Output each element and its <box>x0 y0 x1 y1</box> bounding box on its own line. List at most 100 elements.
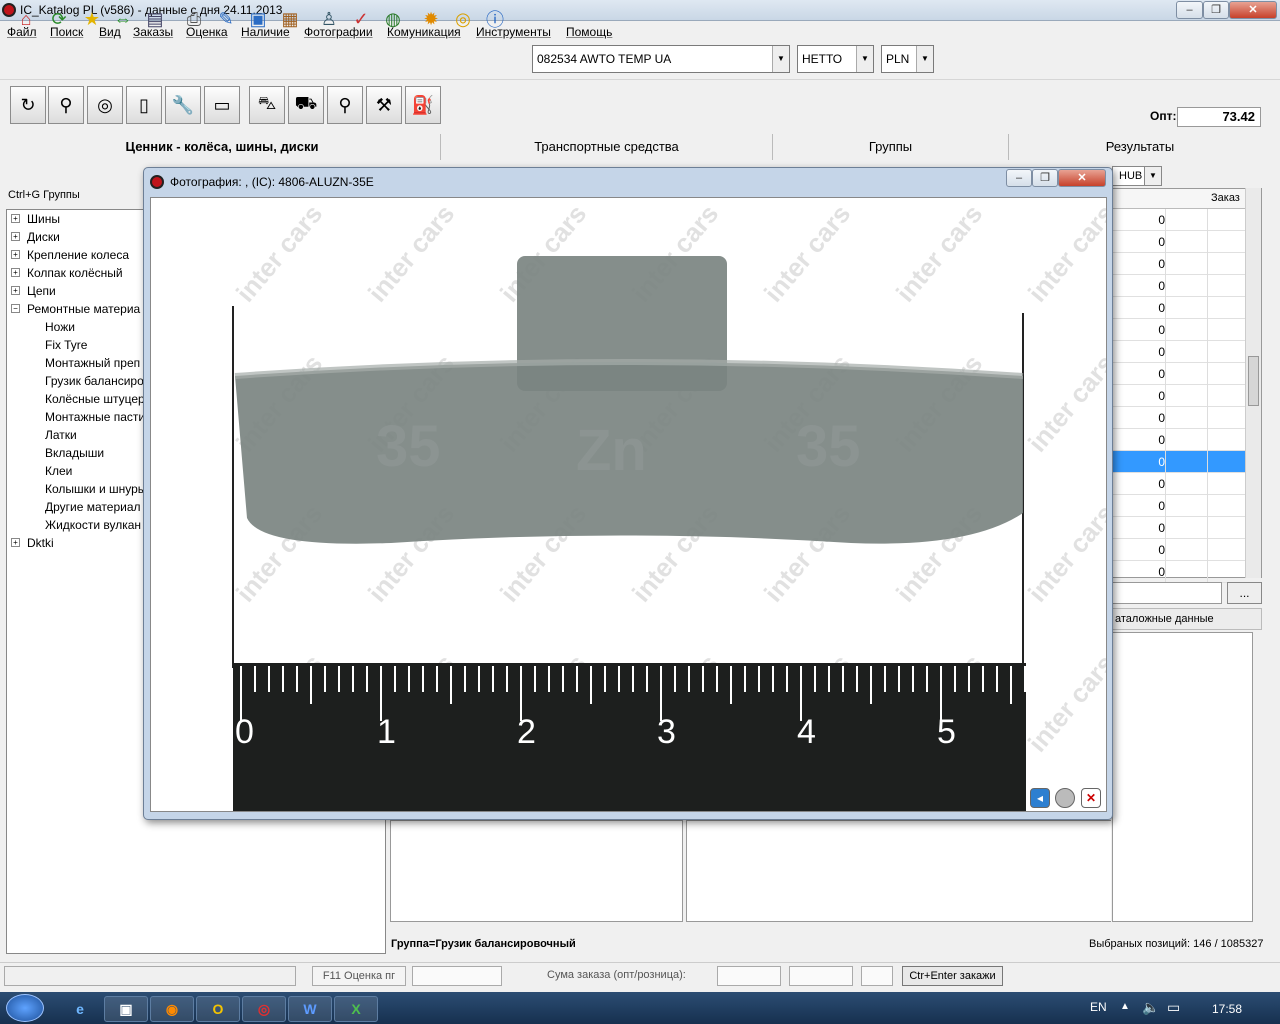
tree-child[interactable]: Вкладыши <box>45 446 104 460</box>
refresh-icon[interactable]: ⟳ <box>45 5 73 33</box>
tree-child[interactable]: Латки <box>45 428 77 442</box>
checklist-icon[interactable]: ✓ <box>347 5 375 33</box>
outlook-icon[interactable]: O <box>196 996 240 1022</box>
tree-child[interactable]: Ножи <box>45 320 75 334</box>
grid-cell[interactable] <box>1165 341 1207 363</box>
search-field[interactable] <box>1112 582 1222 604</box>
document-icon[interactable]: ▤ <box>141 5 169 33</box>
close-button[interactable]: ✕ <box>1229 1 1277 19</box>
gallery-icon[interactable]: ▣ <box>244 5 272 33</box>
word-icon[interactable]: W <box>288 996 332 1022</box>
grid-row[interactable]: 0 <box>1113 495 1246 517</box>
motorbike-button[interactable]: ⚲ <box>48 86 84 124</box>
tree-node-rims[interactable]: Диски <box>27 230 60 244</box>
grid-row[interactable]: 0 <box>1113 275 1246 297</box>
tree-child[interactable]: Грузик балансиро <box>45 374 144 388</box>
currency-select[interactable]: PLN ▼ <box>881 45 934 73</box>
tree-node-repair-materials[interactable]: Ремонтные материа <box>27 302 140 316</box>
ic-katalog-taskbar-icon[interactable]: ◎ <box>242 996 286 1022</box>
net-select[interactable]: НЕТТО ▼ <box>797 45 874 73</box>
grid-cell-order[interactable] <box>1207 341 1246 363</box>
grid-row[interactable]: 0 <box>1113 209 1246 231</box>
browse-button[interactable]: ... <box>1227 582 1262 604</box>
canister-button[interactable]: ▯ <box>126 86 162 124</box>
photo-zoom-button[interactable] <box>1055 788 1075 808</box>
tool-button[interactable]: 🔧 <box>165 86 201 124</box>
photo-maximize-button[interactable]: ❐ <box>1032 169 1058 187</box>
tree-node-chains[interactable]: Цепи <box>27 284 56 298</box>
tyre-refresh-button[interactable]: ↻ <box>10 86 46 124</box>
tree-child[interactable]: Колышки и шнуры <box>45 482 146 496</box>
grid-cell-order[interactable] <box>1207 209 1246 231</box>
grid-row[interactable]: 0 <box>1113 319 1246 341</box>
excel-icon[interactable]: X <box>334 996 378 1022</box>
print-icon[interactable]: ⎙ <box>180 5 208 33</box>
grid-cell[interactable] <box>1165 297 1207 319</box>
grid-cell[interactable] <box>1165 517 1207 539</box>
grid-cell-order[interactable] <box>1207 407 1246 429</box>
estimate-field[interactable] <box>412 966 502 986</box>
grid-cell[interactable] <box>1165 385 1207 407</box>
truck-button[interactable]: ⛟ <box>288 86 324 124</box>
tab-vehicles[interactable]: Транспортные средства <box>441 134 773 160</box>
grid-cell[interactable] <box>1165 539 1207 561</box>
chevron-down-icon[interactable]: ▼ <box>1144 166 1162 186</box>
maximize-button[interactable]: ❐ <box>1203 1 1229 19</box>
coins-icon[interactable]: ◎ <box>449 5 477 33</box>
estimate-button[interactable]: F11 Оценка пг <box>312 966 406 986</box>
grid-row[interactable]: 0 <box>1113 451 1246 473</box>
tree-child[interactable]: Fix Tyre <box>45 338 87 352</box>
expand-icon[interactable]: + <box>11 232 20 241</box>
grid-row[interactable]: 0 <box>1113 473 1246 495</box>
client-select[interactable]: 082534 AWTO TEMP UA ▼ <box>532 45 790 73</box>
tree-child[interactable]: Другие материал <box>45 500 141 514</box>
grid-row[interactable]: 0 <box>1113 407 1246 429</box>
car-button[interactable]: ⛍ <box>249 86 285 124</box>
tab-catalog-data[interactable]: аталожные данные <box>1112 608 1262 630</box>
grid-cell-order[interactable] <box>1207 429 1246 451</box>
grid-cell-order[interactable] <box>1207 517 1246 539</box>
volume-icon[interactable]: 🔈 <box>1142 999 1159 1016</box>
expand-icon[interactable]: + <box>11 286 20 295</box>
grid-cell[interactable] <box>1165 209 1207 231</box>
tyre-button[interactable]: ◎ <box>87 86 123 124</box>
grid-cell[interactable] <box>1165 275 1207 297</box>
grid-cell[interactable] <box>1165 473 1207 495</box>
collapse-icon[interactable]: − <box>11 304 20 313</box>
grid-cell[interactable] <box>1165 429 1207 451</box>
grid-scrollbar[interactable] <box>1245 188 1261 578</box>
tab-groups[interactable]: Группы <box>773 134 1009 160</box>
tree-node-hubcaps[interactable]: Колпак колёсный <box>27 266 123 280</box>
firefox-icon[interactable]: ◉ <box>150 996 194 1022</box>
globe-icon[interactable]: ◍ <box>379 5 407 33</box>
photo-prev-button[interactable]: ◂ <box>1030 788 1050 808</box>
grid-cell[interactable] <box>1165 231 1207 253</box>
grid-cell[interactable] <box>1165 495 1207 517</box>
photo-close-button[interactable]: ✕ <box>1058 169 1106 187</box>
expand-icon[interactable]: + <box>11 268 20 277</box>
grid-cell-order[interactable] <box>1207 319 1246 341</box>
grid-cell-order[interactable] <box>1207 495 1246 517</box>
order-submit-button[interactable]: Ctr+Enter закажи <box>902 966 1003 986</box>
grid-cell-order[interactable] <box>1207 451 1246 473</box>
tree-child[interactable]: Колёсные штуцер <box>45 392 145 406</box>
settings-icon[interactable]: ✹ <box>417 5 445 33</box>
info-icon[interactable]: ⓘ <box>481 5 509 33</box>
edit-icon[interactable]: ✎ <box>212 5 240 33</box>
grid-cell[interactable] <box>1165 363 1207 385</box>
expand-icon[interactable]: + <box>11 214 20 223</box>
calculator-icon[interactable]: ▦ <box>276 5 304 33</box>
bike-button[interactable]: ⚲ <box>327 86 363 124</box>
star-icon[interactable]: ★ <box>78 5 106 33</box>
tree-child[interactable]: Жидкости вулкан <box>45 518 141 532</box>
grid-cell[interactable] <box>1165 561 1207 583</box>
grid-cell-order[interactable] <box>1207 363 1246 385</box>
user-doc-icon[interactable]: ♙ <box>315 5 343 33</box>
save-app-icon[interactable]: ▣ <box>104 996 148 1022</box>
grid-cell[interactable] <box>1165 319 1207 341</box>
grid-row[interactable]: 0 <box>1113 253 1246 275</box>
grid-cell-order[interactable] <box>1207 275 1246 297</box>
grid-row[interactable]: 0 <box>1113 561 1246 583</box>
expand-icon[interactable]: + <box>11 538 20 547</box>
tree-child[interactable]: Монтажные пасти <box>45 410 145 424</box>
